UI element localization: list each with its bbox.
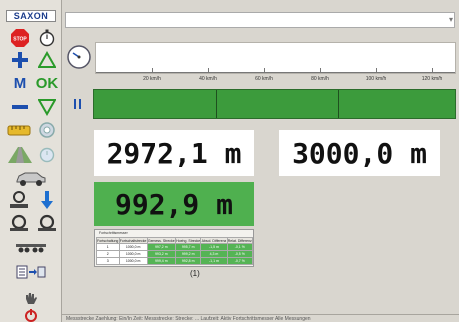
add-button[interactable] <box>9 50 31 70</box>
axle-right-button[interactable] <box>36 212 58 232</box>
track-segment-divider <box>338 90 339 118</box>
speed-tick <box>208 68 209 72</box>
table-cell: -1,5 m <box>200 243 228 251</box>
track-marker-icon <box>72 96 84 109</box>
axle-left-button[interactable] <box>8 212 30 232</box>
road-icon <box>8 147 32 163</box>
table-cell: 1000,0 m <box>118 257 148 265</box>
table-cell: 1000,0 m <box>118 243 148 251</box>
down-arrow-icon <box>41 191 53 209</box>
timer-icon <box>39 147 55 163</box>
status-bar: Messstrecke Zaehlung: Ein/In Zeit: Messs… <box>62 314 459 322</box>
measure-button[interactable] <box>6 120 34 140</box>
decrease-button[interactable] <box>36 97 58 117</box>
hand-tool-button[interactable] <box>20 288 42 308</box>
figure-caption: (1) <box>190 269 200 278</box>
export-list-icon <box>16 265 46 279</box>
table-cell: 3 <box>96 257 120 265</box>
measuring-tape-icon <box>7 125 31 136</box>
progress-table-panel: Fortschrittsmesser Fortschaltung Fortscha… <box>94 229 254 267</box>
speed-axis <box>96 72 455 73</box>
table-cell: 992,8 m <box>174 257 202 265</box>
status-text: Messstrecke Zaehlung: Ein/In Zeit: Messs… <box>66 316 311 322</box>
table-cell: 993,2 m <box>146 250 176 258</box>
hand-icon <box>26 293 37 304</box>
target-icon <box>39 122 55 138</box>
speed-label: 60 km/h <box>255 76 273 82</box>
table-cell: 1 <box>96 243 120 251</box>
bogie-button[interactable] <box>14 238 48 258</box>
stop-icon: STOP <box>11 29 29 47</box>
dropdown-caret-icon[interactable]: ▾ <box>449 15 453 24</box>
speed-tick <box>152 68 153 72</box>
minus-icon <box>12 105 28 109</box>
left-toolbar: SAXON STOP M OK <box>0 0 62 322</box>
table-cell: 4,3 m <box>200 250 228 258</box>
axle-up-button[interactable] <box>8 190 30 210</box>
speed-tick <box>264 68 265 72</box>
vehicle-button[interactable] <box>14 168 48 188</box>
title-input-bar[interactable]: ▾ <box>65 12 455 28</box>
axle-right-icon <box>38 214 56 231</box>
speed-label: 20 km/h <box>143 76 161 82</box>
m-label: M <box>13 75 27 92</box>
speed-label: 40 km/h <box>199 76 217 82</box>
ok-label: OK <box>35 75 59 92</box>
table-cell: -0,7 % <box>226 257 254 265</box>
target-distance-readout: 3000,0 m <box>279 130 440 176</box>
speed-tick <box>376 68 377 72</box>
power-button[interactable] <box>20 308 42 322</box>
table-cell: 997,2 m <box>146 243 176 251</box>
table-cell: 999,4 m <box>146 257 176 265</box>
car-icon <box>16 172 46 186</box>
table-row: 2 1000,0 m 993,2 m 999,2 m 4,3 m -0,5 % <box>96 250 254 258</box>
export-list-button[interactable] <box>14 262 48 282</box>
bogie-icon <box>16 244 46 253</box>
target-button[interactable] <box>36 120 58 140</box>
ok-button[interactable]: OK <box>35 74 59 94</box>
speed-label: 80 km/h <box>311 76 329 82</box>
speed-tick <box>432 68 433 72</box>
speed-label: 100 km/h <box>365 76 387 82</box>
increase-button[interactable] <box>36 50 58 70</box>
table-cell: 999,2 m <box>174 250 202 258</box>
triangle-up-icon <box>38 51 56 68</box>
plus-icon <box>12 52 28 68</box>
table-cell: 1000,0 m <box>118 250 148 258</box>
speed-tick <box>320 68 321 72</box>
remaining-distance-readout: 992,9 m <box>94 182 254 226</box>
down-arrow-button[interactable] <box>36 190 58 210</box>
stopwatch-button[interactable] <box>36 28 58 48</box>
triangle-down-icon <box>38 99 56 116</box>
table-cell: 995,7 m <box>174 243 202 251</box>
speed-label: 120 km/h <box>421 76 443 82</box>
track-progress-bar <box>93 89 456 119</box>
table-cell: -0,1 % <box>226 243 254 251</box>
stop-button[interactable]: STOP <box>9 28 31 48</box>
timer-button[interactable] <box>36 144 58 164</box>
axle-up-icon <box>10 191 28 208</box>
svg-text:STOP: STOP <box>13 37 27 43</box>
stopwatch-icon <box>39 29 55 47</box>
app-logo: SAXON <box>6 10 56 22</box>
progress-table: Fortschaltung Fortschaltstrecke Gemess. St… <box>96 237 254 265</box>
table-title: Fortschrittsmesser <box>99 231 128 235</box>
table-cell: -0,5 % <box>226 250 254 258</box>
speed-scale: 20 km/h 40 km/h 60 km/h 80 km/h 100 km/h 120 … <box>95 42 456 82</box>
table-body: 1 1000,0 m 997,2 m 995,7 m -1,5 m -0,1 % 2 1000… <box>96 243 254 265</box>
power-icon <box>25 309 37 322</box>
table-cell: 2 <box>96 250 120 258</box>
table-row: 3 1000,0 m 999,4 m 992,8 m -1,1 m -0,7 % <box>96 257 254 265</box>
axle-left-icon <box>10 214 28 231</box>
subtract-button[interactable] <box>9 97 31 117</box>
table-cell: -1,1 m <box>200 257 228 265</box>
table-row: 1 1000,0 m 997,2 m 995,7 m -1,5 m -0,1 % <box>96 243 254 251</box>
mark-button[interactable]: M <box>9 74 31 94</box>
road-button[interactable] <box>8 144 32 164</box>
speedometer-icon <box>66 44 92 70</box>
track-segment-divider <box>216 90 217 118</box>
actual-distance-readout: 2972,1 m <box>94 130 254 176</box>
